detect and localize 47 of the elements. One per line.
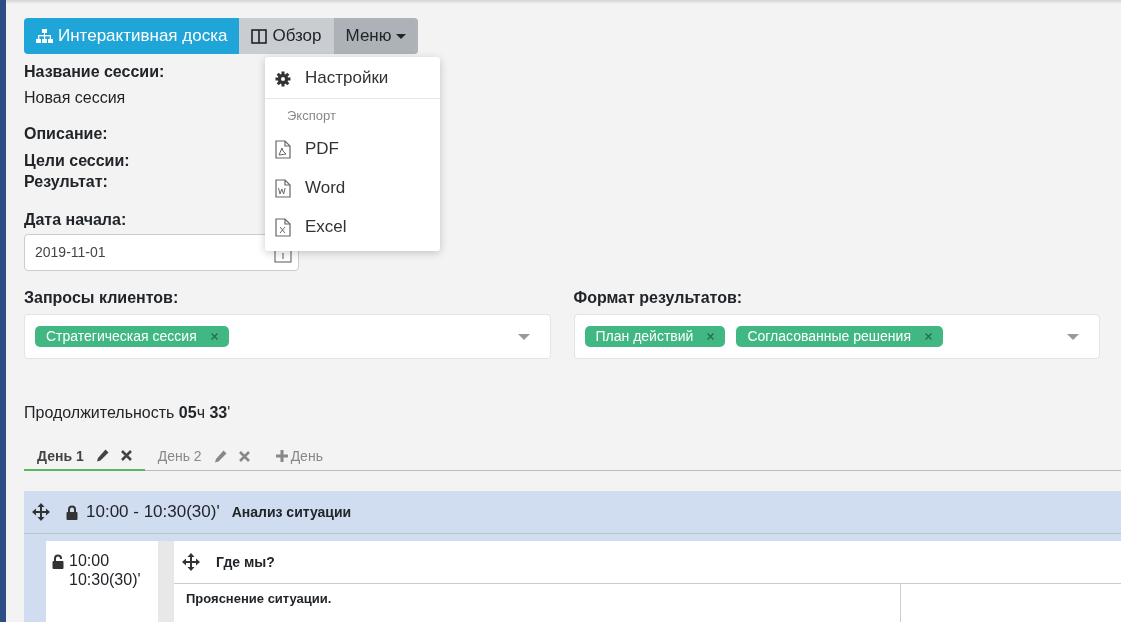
gear-icon xyxy=(275,70,291,87)
field-label: Дата начала: xyxy=(24,209,127,230)
file-icon xyxy=(275,217,291,237)
field-label: Описание: xyxy=(24,124,108,144)
tab-label: День 1 xyxy=(37,447,84,465)
dropdown-arrow-icon[interactable] xyxy=(517,333,530,340)
menu-item[interactable]: Word xyxy=(265,168,440,208)
tag-text: Согласованные решения xyxy=(747,328,911,346)
item-description: Прояснение ситуации. xyxy=(174,584,901,622)
session-name-text: Новая сессия xyxy=(24,88,127,108)
pencil-icon[interactable] xyxy=(95,449,109,463)
item-start-time: 10:00 xyxy=(69,551,111,571)
field-label: Формат результатов: xyxy=(573,288,743,308)
date-field[interactable]: 2019-11-01 xyxy=(24,234,299,272)
menu-header: Экспорт xyxy=(265,98,440,130)
remove-tag-button[interactable] xyxy=(707,333,715,341)
close-icon[interactable] xyxy=(120,450,132,462)
day-tab[interactable]: День 1 xyxy=(24,443,145,472)
field-label: Цели сессии: xyxy=(24,150,130,170)
dropdown-arrow-icon[interactable] xyxy=(1067,333,1079,340)
menu-item[interactable]: Настройки xyxy=(265,59,440,98)
overview-button[interactable]: Обзор xyxy=(239,18,334,54)
lock-icon[interactable] xyxy=(66,504,78,520)
sitemap-icon xyxy=(36,28,53,44)
move-icon[interactable] xyxy=(32,503,50,522)
plus-icon xyxy=(275,450,288,463)
move-icon[interactable] xyxy=(182,553,200,572)
duration-text: Продолжительность 05ч 33' xyxy=(24,403,232,423)
menu-item[interactable]: PDF xyxy=(265,129,440,169)
field-label: Название сессии: xyxy=(24,62,165,82)
tag-text: План действий xyxy=(595,328,694,346)
remove-tag-button[interactable] xyxy=(210,333,218,341)
block-time: 10:00 - 10:30(30)' xyxy=(86,502,220,523)
item-end-time: 10:30(30)' xyxy=(69,570,141,590)
remove-tag-button[interactable] xyxy=(925,333,932,341)
columns-icon xyxy=(251,28,268,44)
file-icon xyxy=(275,139,291,159)
file-icon xyxy=(275,178,291,198)
item-title: Где мы? xyxy=(216,553,275,571)
block-title: Анализ ситуации xyxy=(231,503,352,521)
field-label: Результат: xyxy=(24,171,108,191)
tab-label: День 2 xyxy=(157,448,202,465)
menu-button[interactable]: Меню xyxy=(333,18,419,54)
field-label: Запросы клиентов: xyxy=(24,288,179,308)
unlock-icon[interactable] xyxy=(52,554,65,570)
caret-icon xyxy=(396,33,407,39)
tag-text: Стратегическая сессия xyxy=(46,328,197,346)
